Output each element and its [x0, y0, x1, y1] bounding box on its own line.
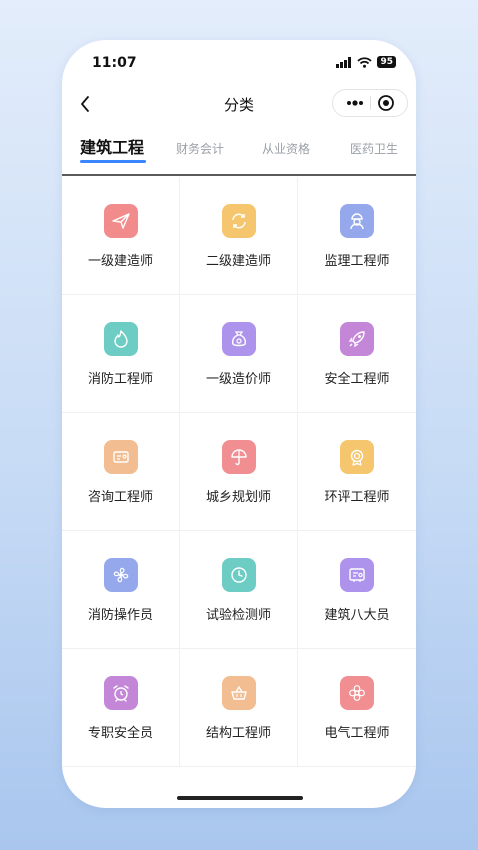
grid-item-label: 消防操作员 — [87, 608, 153, 623]
grid-item-structural-engineer[interactable]: 结构工程师 — [180, 649, 298, 767]
course-grid: 一级建造师 二级建造师 监理工程师 消防工程师 一级造价师 安全工程师 咨询工程… — [62, 177, 416, 767]
category-tabs: 建筑工程 财务会计 从业资格 医药卫生 — [62, 132, 416, 176]
grid-item-second-constructor[interactable]: 二级建造师 — [180, 177, 298, 295]
grid-item-test-inspector[interactable]: 试验检测师 — [180, 531, 298, 649]
grid-item-label: 建筑八大员 — [324, 608, 390, 623]
money-bag-icon — [222, 322, 256, 356]
grid-item-urban-planner[interactable]: 城乡规划师 — [180, 413, 298, 531]
basket-icon — [222, 676, 256, 710]
tab-qualification[interactable]: 从业资格 — [262, 140, 310, 157]
grid-item-cost-engineer[interactable]: 一级造价师 — [180, 295, 298, 413]
rocket-icon — [340, 322, 374, 356]
wifi-icon — [357, 56, 373, 68]
more-button[interactable] — [339, 90, 371, 116]
signal-icon — [336, 56, 352, 68]
battery-level: 95 — [377, 56, 396, 68]
phone-screen: 11:07 95 分类 建筑工程 财务会计 从业资格 医药卫生 一级建造师 二级… — [62, 40, 416, 808]
grid-item-label: 专职安全员 — [87, 726, 153, 741]
grid-item-safety-engineer[interactable]: 安全工程师 — [298, 295, 416, 413]
grid-item-label: 试验检测师 — [205, 608, 271, 623]
grid-item-label: 二级建造师 — [205, 254, 271, 269]
close-button[interactable] — [371, 90, 401, 116]
grid-item-consulting-engineer[interactable]: 咨询工程师 — [62, 413, 180, 531]
mini-program-capsule — [332, 89, 408, 117]
flower-icon — [340, 676, 374, 710]
grid-item-label: 城乡规划师 — [205, 490, 271, 505]
grid-item-label: 一级造价师 — [205, 372, 271, 387]
certificate-icon — [340, 558, 374, 592]
tab-construction[interactable]: 建筑工程 — [80, 134, 144, 158]
active-tab-indicator — [80, 160, 146, 163]
grid-item-label: 结构工程师 — [205, 726, 271, 741]
grid-item-eight-staff[interactable]: 建筑八大员 — [298, 531, 416, 649]
clock-icon — [222, 558, 256, 592]
grid-item-label: 咨询工程师 — [87, 490, 153, 505]
grid-item-electrical-engineer[interactable]: 电气工程师 — [298, 649, 416, 767]
grid-item-fire-engineer[interactable]: 消防工程师 — [62, 295, 180, 413]
grid-item-label: 消防工程师 — [87, 372, 153, 387]
grid-item-label: 一级建造师 — [87, 254, 153, 269]
flame-icon — [104, 322, 138, 356]
grid-item-fire-operator[interactable]: 消防操作员 — [62, 531, 180, 649]
home-indicator — [177, 796, 303, 800]
refresh-icon — [222, 204, 256, 238]
paper-plane-icon — [104, 204, 138, 238]
grid-item-label: 安全工程师 — [324, 372, 390, 387]
target-close-icon — [378, 95, 394, 111]
status-time: 11:07 — [92, 55, 137, 71]
grid-item-supervision-engineer[interactable]: 监理工程师 — [298, 177, 416, 295]
nav-bar: 分类 — [62, 86, 416, 122]
alarm-clock-icon — [104, 676, 138, 710]
fan-icon — [104, 558, 138, 592]
grid-item-label: 监理工程师 — [324, 254, 390, 269]
grid-item-label: 电气工程师 — [324, 726, 390, 741]
grid-item-safety-officer[interactable]: 专职安全员 — [62, 649, 180, 767]
id-card-icon — [104, 440, 138, 474]
umbrella-icon — [222, 440, 256, 474]
more-dots-icon — [347, 100, 363, 106]
engineer-icon — [340, 204, 374, 238]
grid-item-first-constructor[interactable]: 一级建造师 — [62, 177, 180, 295]
grid-item-environmental-engineer[interactable]: 环评工程师 — [298, 413, 416, 531]
grid-item-label: 环评工程师 — [324, 490, 390, 505]
tab-finance[interactable]: 财务会计 — [176, 140, 224, 157]
tab-medical[interactable]: 医药卫生 — [350, 140, 398, 157]
badge-icon — [340, 440, 374, 474]
status-bar: 11:07 95 — [62, 40, 416, 84]
status-icons: 95 — [336, 56, 396, 68]
